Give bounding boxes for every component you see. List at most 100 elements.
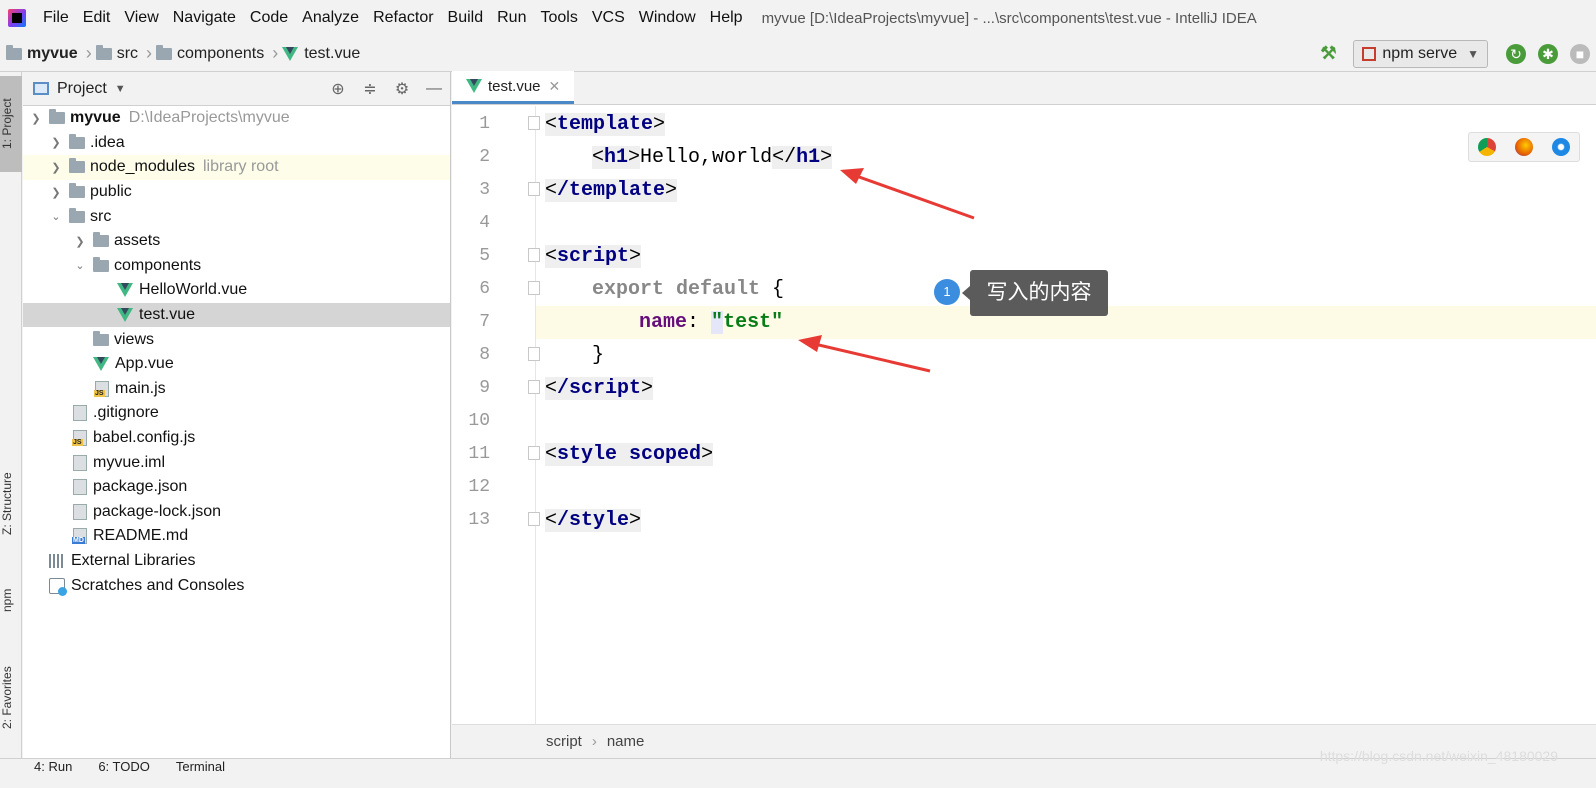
code-token-tag: <script> bbox=[545, 245, 642, 268]
menu-vcs[interactable]: VCS bbox=[585, 9, 632, 27]
menu-bar: File Edit View Navigate Code Analyze Ref… bbox=[0, 0, 1596, 36]
collapse-arrow-icon[interactable]: ⌄ bbox=[73, 259, 87, 272]
editor-tab-test-vue[interactable]: test.vue ✕ bbox=[452, 71, 575, 104]
tree-item-assets[interactable]: ❯ assets bbox=[23, 229, 450, 254]
tool-tab-project[interactable]: 1: Project bbox=[0, 76, 22, 172]
project-panel-title[interactable]: Project bbox=[57, 80, 107, 98]
tree-item-helloworld-vue[interactable]: HelloWorld.vue bbox=[23, 278, 450, 303]
tool-tab-structure[interactable]: Z: Structure bbox=[0, 460, 22, 548]
project-panel-header: Project ▼ ⊕ ≑ ⚙ — bbox=[23, 72, 450, 106]
tree-item-public[interactable]: ❯ public bbox=[23, 180, 450, 205]
code-area[interactable]: <template> <h1>Hello,world</h1> </templa… bbox=[536, 106, 1596, 724]
folder-icon bbox=[93, 330, 109, 346]
locate-file-icon[interactable]: ⊕ bbox=[328, 79, 348, 99]
tool-tab-run[interactable]: 4: Run bbox=[34, 759, 72, 774]
code-crumb-script[interactable]: script bbox=[546, 733, 582, 750]
expand-arrow-icon[interactable]: ❯ bbox=[49, 136, 63, 149]
stop-icon[interactable]: ■ bbox=[1570, 44, 1590, 64]
code-token-string: "test" bbox=[711, 311, 784, 334]
breadcrumb-components[interactable]: components bbox=[156, 44, 264, 63]
menu-run[interactable]: Run bbox=[490, 9, 533, 27]
tree-item-components[interactable]: ⌄ components bbox=[23, 254, 450, 279]
line-number: 10 bbox=[468, 411, 490, 431]
menu-code[interactable]: Code bbox=[243, 9, 295, 27]
folder-icon bbox=[69, 207, 85, 223]
tree-item-external-libraries[interactable]: External Libraries bbox=[23, 549, 450, 574]
tree-item-scratches[interactable]: Scratches and Consoles bbox=[23, 573, 450, 598]
chrome-icon[interactable] bbox=[1478, 138, 1497, 156]
line-number: 11 bbox=[468, 444, 490, 464]
code-crumb-name[interactable]: name bbox=[607, 733, 645, 750]
breadcrumb-file[interactable]: test.vue bbox=[282, 45, 360, 63]
run-configuration-select[interactable]: npm serve ▼ bbox=[1353, 40, 1488, 68]
menu-navigate[interactable]: Navigate bbox=[166, 9, 243, 27]
tree-item-views[interactable]: views bbox=[23, 327, 450, 352]
code-token-tag: </template> bbox=[545, 179, 678, 202]
tool-tab-todo[interactable]: 6: TODO bbox=[98, 759, 150, 774]
tree-item-idea[interactable]: ❯ .idea bbox=[23, 131, 450, 156]
menu-analyze[interactable]: Analyze bbox=[295, 9, 366, 27]
code-token-property: name bbox=[639, 311, 688, 334]
line-number: 4 bbox=[479, 213, 490, 233]
debug-icon[interactable]: ✱ bbox=[1538, 44, 1558, 64]
folder-icon bbox=[93, 232, 109, 248]
build-hammer-icon[interactable]: ⚒ bbox=[1317, 43, 1339, 65]
menu-view[interactable]: View bbox=[117, 9, 165, 27]
folder-icon bbox=[156, 44, 173, 60]
tool-tab-npm[interactable]: npm bbox=[0, 574, 22, 626]
tree-item-gitignore[interactable]: .gitignore bbox=[23, 401, 450, 426]
editor-tab-bar: test.vue ✕ bbox=[452, 71, 1596, 105]
breadcrumb-src[interactable]: src bbox=[95, 44, 138, 63]
tree-item-babel-config[interactable]: JS babel.config.js bbox=[23, 426, 450, 451]
tree-item-package-lock-json[interactable]: package-lock.json bbox=[23, 500, 450, 525]
menu-edit[interactable]: Edit bbox=[76, 9, 118, 27]
firefox-icon[interactable] bbox=[1514, 138, 1533, 156]
breadcrumb-separator: › bbox=[85, 43, 92, 63]
tree-item-test-vue[interactable]: test.vue bbox=[23, 302, 450, 328]
chevron-down-icon: ▼ bbox=[1467, 47, 1479, 61]
chevron-down-icon[interactable]: ▼ bbox=[115, 83, 126, 95]
tree-item-node-modules[interactable]: ❯ node_modules library root bbox=[23, 155, 450, 180]
menu-refactor[interactable]: Refactor bbox=[366, 9, 440, 27]
tree-item-package-json[interactable]: package.json bbox=[23, 475, 450, 500]
minimize-icon[interactable]: — bbox=[424, 80, 444, 98]
menu-file[interactable]: File bbox=[36, 9, 76, 27]
collapse-all-icon[interactable]: ≑ bbox=[360, 79, 380, 99]
menu-build[interactable]: Build bbox=[441, 9, 491, 27]
expand-arrow-icon[interactable]: ❯ bbox=[49, 161, 63, 174]
expand-arrow-icon[interactable]: ❯ bbox=[49, 186, 63, 199]
code-line: <h1>Hello,world</h1> bbox=[536, 141, 1596, 174]
folder-icon bbox=[93, 256, 109, 272]
menu-help[interactable]: Help bbox=[703, 9, 750, 27]
tool-tab-favorites[interactable]: 2: Favorites bbox=[0, 650, 22, 746]
folder-icon bbox=[69, 158, 85, 174]
tree-item-label: App.vue bbox=[115, 355, 174, 373]
tree-item-label: components bbox=[114, 256, 202, 274]
close-icon[interactable]: ✕ bbox=[549, 78, 561, 95]
breadcrumb-project[interactable]: myvue bbox=[6, 44, 78, 63]
code-line: </script> bbox=[536, 372, 1596, 405]
module-folder-icon bbox=[6, 44, 22, 60]
menu-window[interactable]: Window bbox=[632, 9, 703, 27]
tree-item-readme[interactable]: MD README.md bbox=[23, 524, 450, 549]
tree-item-myvue-iml[interactable]: myvue.iml bbox=[23, 450, 450, 475]
tree-item-app-vue[interactable]: App.vue bbox=[23, 352, 450, 377]
expand-arrow-icon[interactable]: ❯ bbox=[29, 112, 43, 125]
code-token-tag: <template> bbox=[545, 113, 666, 136]
collapse-arrow-icon[interactable]: ⌄ bbox=[49, 210, 63, 223]
js-file-tag: JS bbox=[72, 439, 83, 447]
rerun-icon[interactable]: ↻ bbox=[1506, 44, 1526, 64]
editor-tab-label: test.vue bbox=[488, 77, 541, 95]
tool-tab-terminal[interactable]: Terminal bbox=[176, 759, 225, 774]
tree-item-myvue[interactable]: ❯ myvue D:\IdeaProjects\myvue bbox=[23, 106, 450, 131]
tree-item-main-js[interactable]: JS main.js bbox=[23, 377, 450, 402]
code-token-tag: </script> bbox=[545, 377, 654, 400]
menu-tools[interactable]: Tools bbox=[533, 9, 584, 27]
expand-arrow-icon[interactable]: ❯ bbox=[73, 235, 87, 248]
json-file-icon bbox=[73, 503, 87, 520]
gear-icon[interactable]: ⚙ bbox=[392, 79, 412, 99]
annotation-badge: 1 bbox=[934, 279, 960, 305]
safari-icon[interactable] bbox=[1551, 138, 1570, 156]
tree-item-src[interactable]: ⌄ src bbox=[23, 204, 450, 229]
js-file-icon: JS bbox=[94, 380, 109, 397]
